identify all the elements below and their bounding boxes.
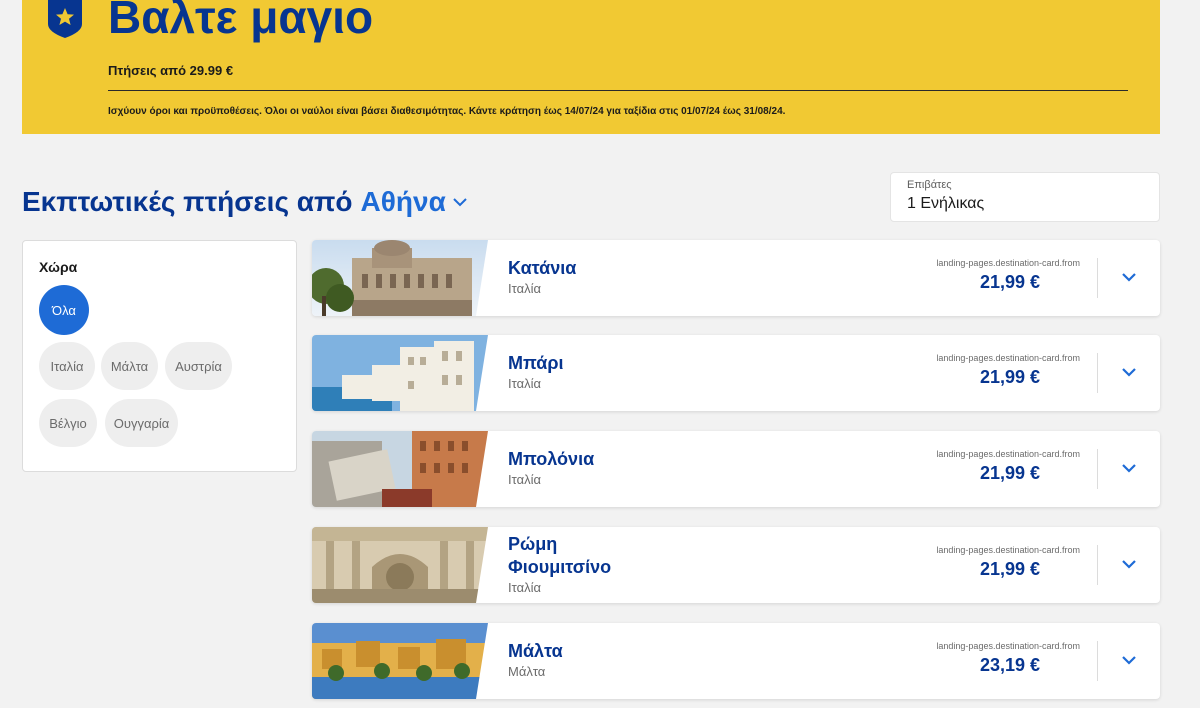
filter-chip-malta[interactable]: Μάλτα (101, 342, 158, 390)
price-from-label: landing-pages.destination-card.from (936, 641, 1080, 651)
destination-city: Μάλτα (508, 641, 563, 661)
destination-price: 21,99 € (979, 367, 1040, 387)
chevron-down-icon[interactable] (1120, 555, 1138, 573)
chevron-down-icon[interactable] (1120, 363, 1138, 381)
price-from-label: landing-pages.destination-card.from (936, 353, 1080, 363)
chevron-down-icon[interactable] (1120, 268, 1138, 286)
destination-city-airport: Φιουμιτσίνο (508, 557, 612, 577)
filter-chip-italy[interactable]: Ιταλία (39, 342, 95, 390)
card-divider (1097, 258, 1098, 298)
destination-image (312, 240, 488, 316)
page-title: Εκπτωτικές πτήσεις από Αθήνα (22, 186, 468, 218)
destination-card[interactable]: Ρώμη Φιουμιτσίνο Ιταλία landing-pages.de… (312, 527, 1160, 603)
destination-price: 21,99 € (979, 272, 1040, 292)
page-title-prefix: Εκπτωτικές πτήσεις από (22, 186, 353, 217)
destination-city: Κατάνια (508, 258, 577, 278)
card-divider (1097, 353, 1098, 393)
origin-city-label: Αθήνα (360, 186, 446, 217)
destination-image (312, 431, 488, 507)
star-shield-icon (48, 0, 82, 38)
passengers-label: Επιβάτες (907, 179, 952, 191)
price-from-label: landing-pages.destination-card.from (936, 258, 1080, 268)
destination-image (312, 335, 488, 411)
destination-city: Μπάρι (508, 353, 564, 373)
price-from-label: landing-pages.destination-card.from (936, 545, 1080, 555)
price-from-label: landing-pages.destination-card.from (936, 449, 1080, 459)
banner-title: Βαλτε μαγιο (108, 0, 374, 43)
banner-subtitle: Πτήσεις από 29.99 € (108, 63, 234, 78)
destination-country: Ιταλία (508, 580, 541, 595)
filter-chip-all[interactable]: Όλα (39, 285, 89, 335)
passengers-value: 1 Ενήλικας (907, 195, 985, 212)
destination-card[interactable]: Μπάρι Ιταλία landing-pages.destination-c… (312, 335, 1160, 411)
chevron-down-icon[interactable] (1120, 651, 1138, 669)
destination-card[interactable]: Μάλτα Μάλτα landing-pages.destination-ca… (312, 623, 1160, 699)
filter-chip-belgium[interactable]: Βέλγιο (39, 399, 97, 447)
destination-image (312, 623, 488, 699)
card-divider (1097, 641, 1098, 681)
destination-country: Ιταλία (508, 376, 541, 391)
destination-card[interactable]: Μπολόνια Ιταλία landing-pages.destinatio… (312, 431, 1160, 507)
destination-country: Ιταλία (508, 281, 541, 296)
destination-price: 21,99 € (979, 559, 1040, 579)
promo-banner: Βαλτε μαγιο Πτήσεις από 29.99 € Ισχύουν … (22, 0, 1160, 134)
country-filter-panel: Χώρα Όλα Ιταλία Μάλτα Αυστρία Βέλγιο Ουγ… (22, 240, 297, 472)
chevron-down-icon[interactable] (1120, 459, 1138, 477)
chevron-down-icon (453, 198, 467, 207)
destination-image (312, 527, 488, 603)
destination-card[interactable]: Κατάνια Ιταλία landing-pages.destination… (312, 240, 1160, 316)
banner-terms: Ισχύουν όροι και προϋποθέσεις. Όλοι οι ν… (108, 106, 786, 117)
destination-country: Ιταλία (508, 472, 541, 487)
banner-divider (108, 90, 1128, 91)
origin-city-dropdown[interactable]: Αθήνα (361, 186, 468, 218)
destination-city: Ρώμη (508, 534, 558, 554)
destination-city: Μπολόνια (508, 449, 595, 469)
destination-country: Μάλτα (508, 664, 546, 679)
card-divider (1097, 449, 1098, 489)
filter-title: Χώρα (39, 259, 78, 275)
destination-price: 21,99 € (979, 463, 1040, 483)
filter-chip-hungary[interactable]: Ουγγαρία (105, 399, 178, 447)
destination-price: 23,19 € (979, 655, 1040, 675)
filter-chip-austria[interactable]: Αυστρία (165, 342, 232, 390)
passengers-selector[interactable]: Επιβάτες 1 Ενήλικας (890, 172, 1160, 222)
card-divider (1097, 545, 1098, 585)
